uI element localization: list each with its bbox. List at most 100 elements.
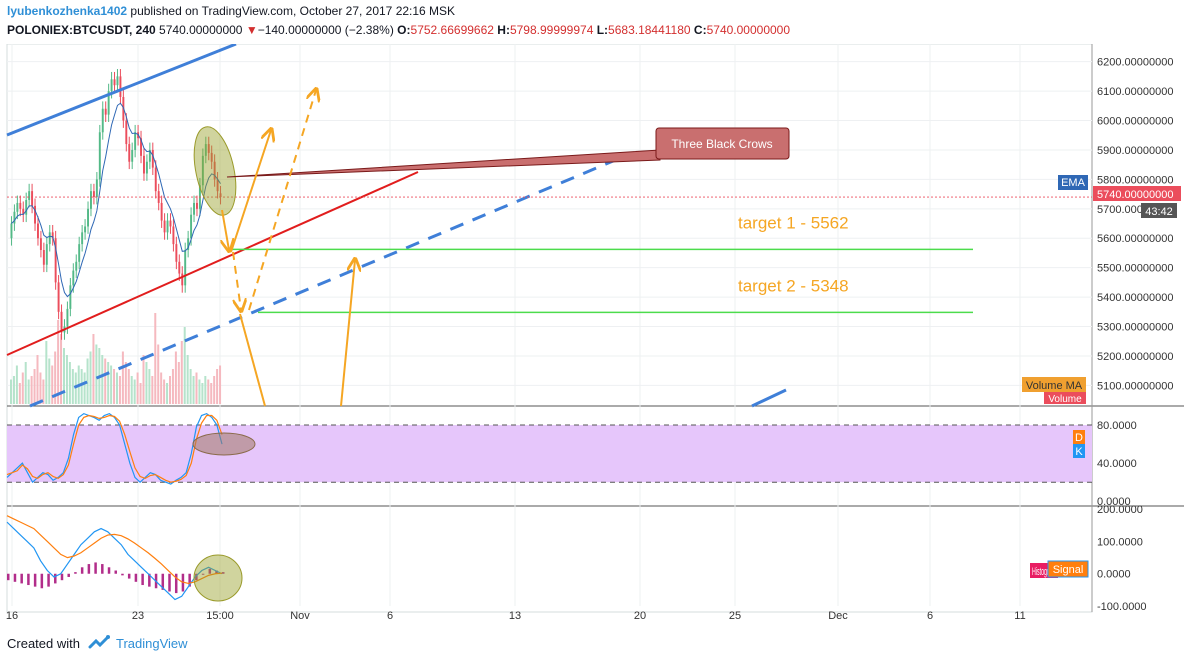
last-price-label: 5740.00000000 — [1097, 189, 1173, 201]
volume-bar — [92, 334, 95, 404]
candle-body — [57, 282, 60, 312]
signal-label: Signal — [1053, 564, 1084, 576]
time-tick-label: 20 — [634, 610, 646, 622]
macd-histogram-bar — [134, 573, 138, 582]
footer: Created with TradingView — [0, 624, 1184, 661]
candle-body — [48, 232, 51, 245]
macd-tick-label: 100.0000 — [1097, 536, 1143, 548]
candle-body — [104, 108, 107, 115]
volume-bar — [177, 362, 180, 404]
volume-bar — [45, 341, 48, 404]
volume-bar — [15, 365, 18, 404]
volume-bar — [21, 372, 24, 404]
stoch-tick-label: 80.0000 — [1097, 420, 1137, 432]
created-with-text: Created with — [7, 636, 80, 651]
candle-body — [163, 220, 166, 233]
macd-histogram-bar — [40, 573, 44, 589]
volume-bar — [95, 344, 98, 404]
volume-bar — [104, 358, 107, 404]
time-tick-label: 25 — [729, 610, 741, 622]
candle-body — [98, 132, 101, 180]
volume-bar — [201, 383, 204, 404]
candle-body — [145, 161, 148, 174]
volume-bar — [124, 362, 127, 404]
candle-body — [39, 238, 42, 251]
volume-bar — [189, 369, 192, 404]
volume-bar — [24, 362, 27, 404]
price-tick-label: 5400.00000000 — [1097, 292, 1173, 304]
candle-body — [181, 273, 184, 286]
candle-body — [75, 261, 78, 271]
orange-dashed-arrow-up — [248, 90, 316, 311]
macd-tick-label: 0.0000 — [1097, 569, 1131, 581]
volume-bar — [110, 365, 113, 404]
candle-body — [16, 202, 19, 212]
price-tick-label: 5900.00000000 — [1097, 145, 1173, 157]
volume-bar — [18, 383, 21, 404]
orange-arrow-up-target — [340, 260, 355, 407]
volume-bar — [116, 372, 118, 404]
volume-bar — [163, 379, 166, 404]
volume-bar — [83, 372, 86, 404]
candle-body — [95, 179, 98, 198]
macd-histogram-bar — [80, 567, 84, 574]
volume-bar — [107, 362, 110, 404]
macd-histogram-bar — [54, 573, 57, 584]
time-tick-label: 6 — [387, 610, 393, 622]
volume-bar — [198, 379, 201, 404]
lower-channel-dashed-line — [29, 154, 626, 408]
volume-bar — [145, 362, 148, 404]
volume-bar — [10, 379, 12, 404]
down-arrow-icon: ▼ — [245, 23, 258, 37]
upper-channel-line — [6, 44, 237, 137]
macd-histogram-bar — [47, 573, 50, 587]
volume-bar — [39, 372, 42, 404]
volume-label: Volume — [1048, 394, 1082, 405]
time-tick-label: 13 — [509, 610, 521, 622]
candle-body — [42, 250, 45, 265]
macd-histogram-bar — [20, 573, 23, 584]
orange-arrow-up — [230, 130, 271, 253]
tradingview-logo-icon — [88, 633, 112, 658]
symbol-name[interactable]: POLONIEX:BTCUSDT, 240 — [7, 23, 156, 37]
candle-body — [10, 223, 13, 239]
volume-bar — [195, 372, 198, 404]
chart-canvas[interactable]: target 1 - 5562 target 2 - 5348 Three Blac… — [0, 44, 1184, 624]
low-value: 5683.18441180 — [608, 23, 691, 37]
candle-body — [119, 76, 122, 97]
candle-body — [90, 191, 92, 209]
volume-bar — [133, 379, 136, 404]
candle-body — [72, 270, 75, 286]
time-tick-label: Nov — [290, 610, 310, 622]
author-link[interactable]: lyubenkozhenka1402 — [7, 4, 127, 18]
macd-histogram-bar — [114, 570, 117, 574]
high-label: H: — [497, 23, 510, 37]
candle-body — [125, 120, 128, 145]
candle-body — [196, 202, 198, 209]
stoch-tick-label: 40.0000 — [1097, 458, 1137, 470]
volume-bar — [118, 376, 121, 404]
candle-body — [113, 79, 116, 86]
candle-body — [84, 226, 87, 233]
candle-body — [101, 108, 104, 133]
macd-histogram-bar — [87, 564, 91, 574]
tradingview-link[interactable]: TradingView — [116, 636, 188, 651]
time-tick-label: 23 — [132, 610, 144, 622]
volume-bar — [80, 369, 83, 404]
volume-bar — [113, 369, 116, 404]
macd-histogram-bar — [121, 573, 124, 576]
stoch-k-label: K — [1075, 446, 1083, 458]
price-tick-label: 5100.00000000 — [1097, 380, 1173, 392]
volume-bar — [139, 383, 142, 404]
macd-histogram-bar — [60, 573, 64, 581]
macd-tick-label: -100.0000 — [1097, 601, 1147, 613]
volume-bar — [136, 372, 139, 404]
volume-bar — [48, 358, 51, 404]
orange-dashed-arrow-down — [232, 251, 241, 310]
candle-body — [25, 199, 28, 215]
volume-bar — [63, 348, 65, 404]
macd-histogram-bar — [94, 562, 97, 574]
price-tick-label: 5800.00000000 — [1097, 174, 1173, 186]
plot-border — [6, 44, 1093, 613]
macd-pane: 200.0000100.00000.0000-100.0000Histogram… — [6, 504, 1147, 613]
